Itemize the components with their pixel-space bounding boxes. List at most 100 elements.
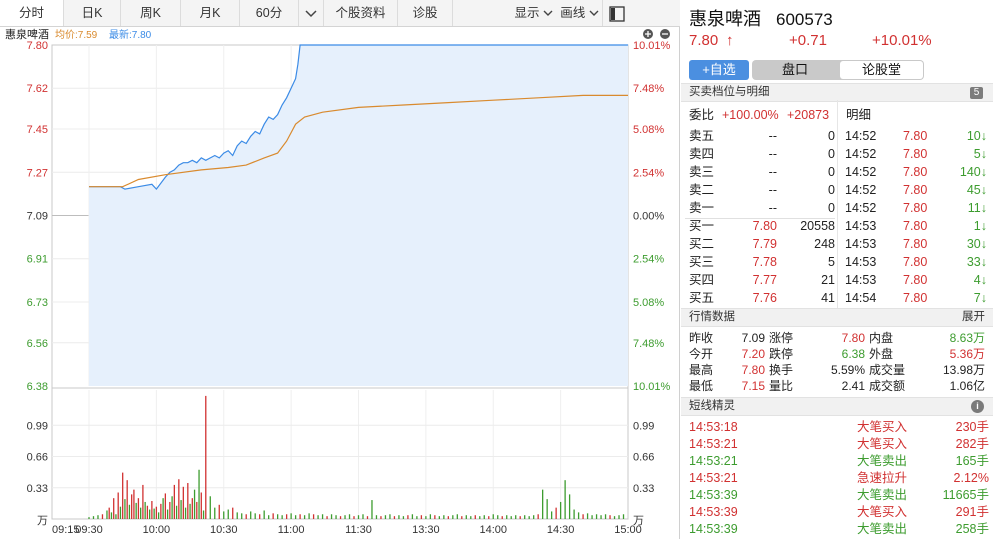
signal-time: 14:53:39 [689,522,738,536]
ask-level-row[interactable]: 卖四 -- 0 [689,145,837,163]
shortline-item[interactable]: 14:53:39 大笔卖出 258手 [689,521,989,538]
chart-panel: 分时 日K 周K 月K 60分 个股资料 诊股 显示 画线 惠泉啤酒 均价:7.5… [0,0,680,539]
signal-time: 14:53:18 [689,420,738,434]
intraday-chart[interactable]: 惠泉啤酒 均价:7.59 最新:7.80 7.80 10.01% 7.62 7.48% 7.4… [0,27,679,539]
metric-value: 7.20 [741,347,765,361]
metric-label: 涨停 [769,331,794,345]
tab-company-info[interactable]: 个股资料 [324,0,398,26]
display-menu[interactable]: 显示 [453,0,557,26]
metric-value: 5.36万 [949,347,985,361]
shortline-item[interactable]: 14:53:18 大笔买入 230手 [689,419,989,436]
tick-time: 14:53 [845,237,877,251]
signal-time: 14:53:39 [689,488,738,502]
last-price: 7.80 [689,32,719,49]
y-pct-label: 0.00% [633,211,664,223]
info-icon[interactable]: i [971,400,984,413]
tick-time: 14:52 [845,147,877,161]
level-price: -- [768,129,777,143]
chart-stock-name: 惠泉啤酒 [5,27,49,41]
volume-tick-label-right: 0.66 [633,452,654,464]
x-tick-label: 11:00 [278,524,305,536]
level-price: 7.79 [752,237,777,251]
tab-intraday[interactable]: 分时 [0,0,64,26]
level-price: -- [768,201,777,215]
bid-level-row[interactable]: 买二 7.79 248 [689,235,837,253]
volume-unit-label: 万 [37,515,48,527]
metric-label: 跌停 [769,347,794,361]
plus-circle-icon[interactable] [643,29,653,39]
level-label: 买三 [689,255,715,269]
level-volume: 0 [828,147,835,161]
signal-time: 14:53:21 [689,437,738,451]
shortline-item[interactable]: 14:53:21 大笔卖出 165手 [689,453,989,470]
bid-level-row[interactable]: 买五 7.76 41 [689,289,837,307]
minus-circle-icon[interactable] [660,29,670,39]
more-periods-button[interactable] [299,0,324,26]
action-row: +自选 盘口 论股堂 [689,60,985,80]
tab-diagnose[interactable]: 诊股 [398,0,453,26]
shortline-item[interactable]: 14:53:39 大笔卖出 11665手 [689,487,989,504]
tick-volume: 11↓ [967,201,987,215]
metric-value: 6.38 [841,347,865,361]
ask-level-row[interactable]: 卖二 -- 0 [689,181,837,199]
tick-time: 14:53 [845,219,877,233]
shortline-item[interactable]: 14:53:21 急速拉升 2.12% [689,470,989,487]
tab-monthly-k[interactable]: 月K [181,0,240,26]
x-tick-label: 14:00 [479,524,507,536]
ask-bid-divider [685,218,835,219]
tick-time: 14:52 [845,183,877,197]
level-price: -- [768,183,777,197]
x-tick-label: 14:30 [547,524,575,536]
x-tick-label: 09:30 [75,524,103,536]
level-label: 买二 [689,237,715,251]
metric-label: 量比 [769,379,794,393]
display-dropdown-icon [543,10,553,17]
add-watchlist-button[interactable]: +自选 [689,60,749,80]
tab-60min[interactable]: 60分 [240,0,299,26]
x-tick-label: 10:00 [143,524,171,536]
level-volume: 5 [828,255,835,269]
tick-price: 7.80 [903,255,928,269]
draw-line-menu[interactable]: 画线 [557,0,602,26]
tick-volume: 7↓ [973,291,987,305]
y-pct-label: 5.08% [633,124,664,136]
tick-price: 7.80 [903,291,928,305]
level-volume: 0 [828,165,835,179]
shortline-item[interactable]: 14:53:39 大笔买入 291手 [689,504,989,521]
weibi-label: 委比 [689,108,715,122]
level-label: 卖三 [689,165,715,179]
level-badge[interactable]: 5 [970,87,983,99]
signal-value: 165手 [955,454,989,468]
chevron-down-icon [305,10,317,17]
y-tick-label: 7.62 [27,83,48,95]
tab-pankou[interactable]: 盘口 [752,60,838,80]
tab-weekly-k[interactable]: 周K [121,0,181,26]
bid-level-row[interactable]: 买一 7.80 20558 [689,217,837,235]
shortline-header: 短线精灵 i [681,397,993,416]
market-data-row: 今开 7.20 跌停 6.38 外盘 5.36万 [689,346,989,362]
y-pct-label: 7.48% [633,83,664,95]
shortline-item[interactable]: 14:53:21 大笔买入 282手 [689,436,989,453]
tick-volume: 1↓ [973,219,987,233]
level-label: 卖四 [689,147,715,161]
stock-name: 惠泉啤酒 [689,9,761,29]
tab-lungu[interactable]: 论股堂 [840,61,923,79]
x-tick-label: 10:30 [210,524,238,536]
ask-level-row[interactable]: 卖五 -- 0 [689,127,837,145]
expand-button[interactable]: 展开 [962,309,985,326]
panel-toggle-button[interactable] [602,0,630,26]
ask-level-row[interactable]: 卖一 -- 0 [689,199,837,217]
metric-label: 成交量 [869,363,906,377]
tick-price: 7.80 [903,147,928,161]
tab-daily-k[interactable]: 日K [64,0,121,26]
bid-level-row[interactable]: 买四 7.77 21 [689,271,837,289]
bid-level-row[interactable]: 买三 7.78 5 [689,253,837,271]
volume-unit-label-right: 万 [633,515,644,527]
level-label: 卖一 [689,201,715,215]
tick-row: 14:53 7.80 33↓ [845,253,987,271]
ask-level-row[interactable]: 卖三 -- 0 [689,163,837,181]
tick-volume: 5↓ [973,147,987,161]
level-price: -- [768,147,777,161]
tick-time: 14:52 [845,201,877,215]
signal-type: 急速拉升 [857,471,908,485]
